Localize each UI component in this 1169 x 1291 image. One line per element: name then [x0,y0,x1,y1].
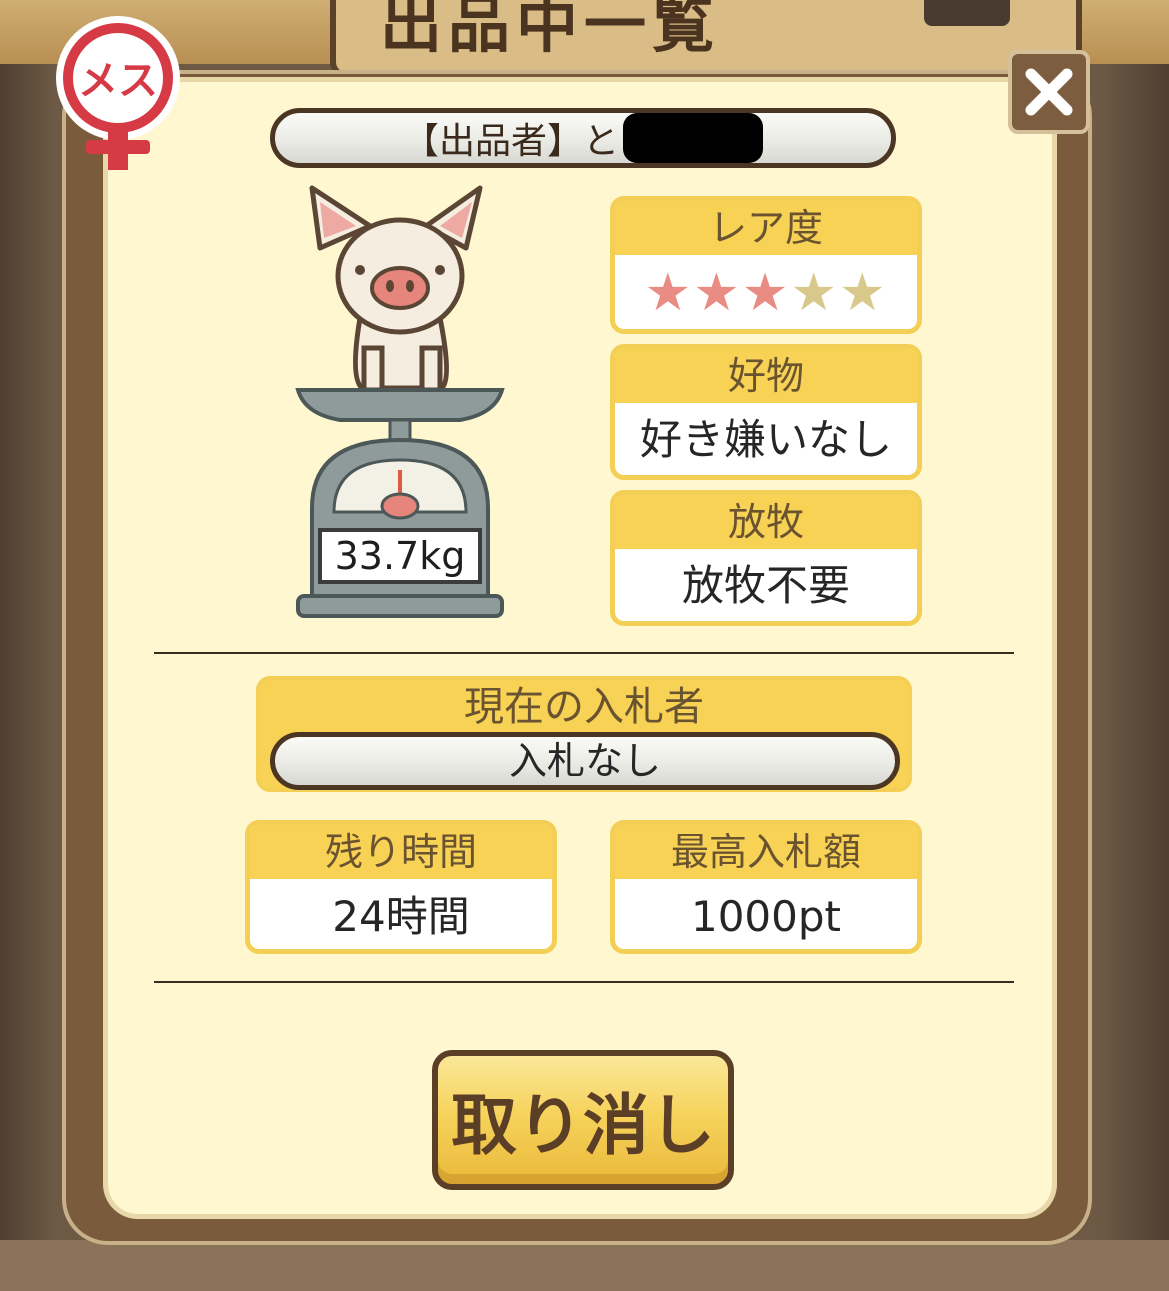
current-bidder-value: 入札なし [270,732,900,790]
star-empty-icon: ★ [790,263,839,323]
grazing-card: 放牧 放牧不要 [610,490,922,626]
cancel-button[interactable]: 取り消し [432,1050,734,1190]
close-icon [1025,68,1073,116]
time-left-value: 24時間 [332,892,470,941]
favorite-food-header: 好物 [615,349,917,403]
time-left-header: 残り時間 [250,825,552,879]
favorite-food-value: 好き嫌いなし [639,415,892,464]
background-left-frame [0,64,56,1291]
rarity-card: レア度 ★★★★★ [610,196,922,334]
divider-bottom [154,981,1014,983]
highest-bid-card: 最高入札額 1000pt [610,820,922,954]
grazing-header: 放牧 [615,495,917,549]
seller-label: 【出品者】と [402,121,619,162]
background-title: 出品中一覧 [380,0,721,61]
current-bidder-header: 現在の入札者 [464,684,704,730]
rarity-stars: ★★★★★ [615,255,917,329]
gender-label: メス [78,58,158,104]
star-empty-icon: ★ [838,263,888,323]
highest-bid-header: 最高入札額 [615,825,917,879]
weight-display: 33.7kg [318,528,482,584]
female-symbol-icon: メス [56,16,180,170]
current-bidder-card: 現在の入札者 入札なし [256,676,912,792]
close-button[interactable] [1008,50,1090,134]
rarity-header: レア度 [615,201,917,255]
gender-badge: メス [50,14,186,174]
background-right-frame [1099,64,1169,1291]
favorite-food-card: 好物 好き嫌いなし [610,344,922,480]
grazing-value: 放牧不要 [681,561,850,610]
star-filled-icon: ★ [741,263,791,323]
seller-name-redacted [623,113,763,163]
divider-top [154,652,1014,654]
background-title-button [924,0,1010,26]
background-bottom [0,1240,1169,1291]
star-filled-icon: ★ [693,263,742,323]
time-left-card: 残り時間 24時間 [245,820,557,954]
seller-field: 【出品者】と [270,108,896,168]
highest-bid-value: 1000pt [690,892,841,941]
star-filled-icon: ★ [644,263,694,323]
